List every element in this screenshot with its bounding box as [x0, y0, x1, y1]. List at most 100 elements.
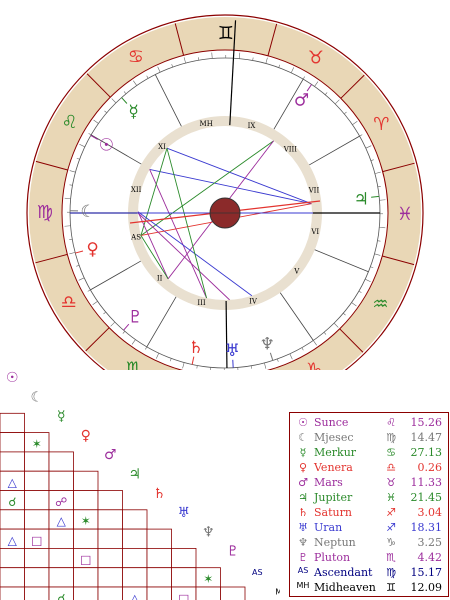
- house-number: IX: [248, 122, 256, 130]
- aspect-cell: [146, 528, 172, 549]
- planet-glyph-icon: ♇: [298, 551, 308, 564]
- aspect-cell: [0, 451, 25, 472]
- planet-name: Saturn: [314, 506, 352, 519]
- planet-glyph-icon: MH: [296, 581, 310, 590]
- planet-degree: 12.09: [410, 581, 443, 594]
- planet-sign-icon: ♐: [386, 521, 396, 534]
- aspect-symbol: □: [178, 591, 189, 600]
- planet-name: Pluton: [314, 551, 351, 564]
- aspect-cell: [195, 586, 221, 600]
- house-number: AS: [130, 234, 141, 242]
- planet-row: MH Midheaven ♊ 12.09: [290, 581, 448, 598]
- planet-glyph-icon: ♀: [298, 461, 308, 474]
- jupiter-icon: ♃: [354, 189, 369, 209]
- aspect-cell: [146, 586, 172, 600]
- aspect-cell: [122, 509, 148, 530]
- ascendant-grid-icon: AS: [252, 568, 263, 577]
- sign-virgo-icon: ♍: [37, 202, 53, 223]
- planet-glyph-icon: ☾: [298, 431, 308, 444]
- planet-degree: 3.04: [417, 506, 443, 519]
- aspect-cell: [24, 509, 50, 530]
- aspect-cell: [97, 490, 123, 511]
- aspect-symbol: □: [31, 533, 42, 547]
- aspect-cell: [24, 586, 50, 600]
- planet-sign-icon: ♍: [386, 566, 396, 579]
- planet-name: Mars: [314, 476, 343, 489]
- sign-aquarius-icon: ♒: [372, 294, 388, 315]
- venus-grid-icon: ♀: [81, 428, 91, 444]
- aspect-symbol: △: [57, 514, 67, 528]
- aspect-cell: [146, 547, 172, 569]
- aspect-cell: [146, 567, 172, 588]
- aspect-symbol: □: [80, 553, 91, 567]
- venus-icon: ♀: [86, 239, 98, 259]
- aspect-grid: ☉ ☾ ☿ ♀ ✶ ♂ ♃ △ ♄ ☌ ☍ ♅ △ ✶ ♆ △ □ ♇ □ AS ✶ MH ☌ △ □: [0, 370, 280, 600]
- planet-name: Venera: [314, 461, 353, 474]
- aspect-cell: [0, 547, 25, 569]
- aspect-cell: [48, 567, 74, 588]
- aspect-cell: [24, 490, 50, 511]
- aspect-symbol: ✶: [81, 514, 91, 528]
- planet-degree: 15.26: [410, 416, 443, 429]
- planet-name: Ascendant: [314, 566, 373, 579]
- aspect-cell: [0, 586, 25, 600]
- planet-sign-icon: ♍: [386, 431, 396, 444]
- aspect-cell: [24, 451, 50, 472]
- planet-glyph-icon: ☉: [298, 416, 308, 429]
- aspect-cell: [171, 547, 197, 569]
- planet-sign-icon: ♎: [386, 461, 396, 474]
- planet-glyph-icon: ♄: [298, 506, 308, 519]
- planet-name: Uran: [314, 521, 343, 534]
- aspect-symbol: ✶: [203, 572, 213, 586]
- planet-glyph-icon: ♆: [298, 536, 308, 549]
- aspect-symbol: ✶: [32, 437, 42, 451]
- aspect-cell: [171, 567, 197, 588]
- aspect-cell: [73, 567, 99, 588]
- aspect-symbol: △: [8, 533, 18, 547]
- uranus-icon: ♅: [225, 341, 240, 361]
- house-number: V: [293, 268, 300, 276]
- aspect-cell: [122, 567, 148, 588]
- aspect-symbol: ☌: [57, 591, 65, 600]
- aspect-cell: [97, 547, 123, 569]
- aspect-symbol: △: [130, 591, 140, 600]
- aspect-cell: [220, 586, 246, 600]
- aspect-cell: [73, 490, 99, 511]
- house-number: MH: [200, 120, 213, 128]
- house-number: II: [157, 275, 163, 283]
- house-number: III: [197, 299, 206, 307]
- planet-degree: 27.13: [410, 446, 443, 459]
- planet-glyph-icon: ♂: [298, 476, 308, 489]
- moon-grid-icon: ☾: [30, 389, 43, 405]
- jupiter-grid-icon: ♃: [128, 467, 141, 483]
- sign-capricorn-icon: ♑: [306, 359, 322, 370]
- aspect-cell: [0, 412, 25, 433]
- sign-leo-icon: ♌: [61, 112, 77, 133]
- planet-degree: 15.17: [410, 566, 443, 579]
- house-number: IV: [249, 298, 258, 306]
- pluto-icon: ♇: [128, 308, 143, 328]
- planet-degree: 18.31: [410, 521, 443, 534]
- aspect-cell: [0, 567, 25, 588]
- planet-degree: 14.47: [410, 431, 443, 444]
- planet-glyph-icon: ♅: [298, 521, 308, 534]
- house-number: VIII: [283, 145, 298, 153]
- saturn-icon: ♄: [188, 338, 203, 358]
- planet-glyph-icon: ♃: [298, 491, 308, 504]
- sun-icon: ☉: [99, 135, 114, 155]
- planet-sign-icon: ♌: [386, 416, 396, 429]
- planet-degree: 21.45: [410, 491, 443, 504]
- planet-name: Mjesec: [314, 431, 354, 444]
- planet-name: Midheaven: [314, 581, 376, 594]
- planet-degree: 4.42: [417, 551, 443, 564]
- aspect-cell: [48, 451, 74, 472]
- aspect-cell: [24, 547, 50, 569]
- house-number: VII: [308, 186, 320, 194]
- saturn-grid-icon: ♄: [153, 486, 166, 502]
- aspect-cell: [97, 586, 123, 600]
- aspect-cell: [122, 547, 148, 569]
- aspect-cell: [97, 509, 123, 530]
- house-number: VI: [310, 228, 319, 236]
- planet-sign-icon: ♐: [386, 506, 396, 519]
- aspect-cell: [0, 509, 25, 530]
